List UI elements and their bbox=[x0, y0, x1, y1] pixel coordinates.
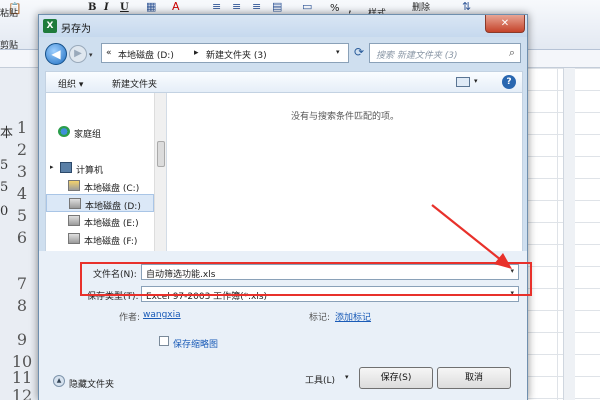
author-label: 作者: bbox=[119, 313, 141, 323]
nav-item-drive-d[interactable]: 本地磁盘 (D:) bbox=[46, 194, 154, 212]
save-button[interactable]: 保存(S) bbox=[359, 367, 433, 389]
computer-icon bbox=[60, 162, 72, 173]
system-drive-icon bbox=[68, 180, 80, 191]
comma-button[interactable]: , bbox=[348, 1, 352, 15]
align-right-icon[interactable]: ≡ bbox=[252, 0, 261, 13]
cell-text-fragment: 5 bbox=[0, 180, 9, 195]
nav-item-label: 家庭组 bbox=[74, 130, 102, 140]
author-link[interactable]: wangxia bbox=[143, 310, 181, 320]
address-bar[interactable]: « 本地磁盘 (D:) ▸ 新建文件夹 (3) ▾ bbox=[101, 43, 349, 63]
font-color-icon[interactable]: A bbox=[172, 0, 180, 13]
address-separator: « bbox=[106, 48, 112, 58]
history-dropdown-icon[interactable]: ▾ bbox=[89, 51, 93, 59]
italic-button[interactable]: I bbox=[104, 2, 109, 13]
annotation-highlight-box bbox=[80, 262, 532, 296]
nav-pane-scrollbar[interactable] bbox=[154, 93, 166, 251]
search-icon[interactable]: ⌕ bbox=[509, 46, 515, 60]
nav-item-drive-f[interactable]: 本地磁盘 (F:) bbox=[46, 230, 154, 248]
drive-icon bbox=[68, 233, 80, 244]
breadcrumb-new-folder[interactable]: 新建文件夹 (3) bbox=[206, 48, 267, 61]
fill-color-icon[interactable]: ▦ bbox=[146, 0, 156, 13]
back-button[interactable]: ◀ bbox=[45, 43, 67, 65]
tags-link[interactable]: 添加标记 bbox=[335, 310, 371, 323]
cell-text-fragment: 0 bbox=[0, 204, 9, 219]
cell-text-fragment: 本 bbox=[0, 126, 14, 141]
cell-text-fragment: 5 bbox=[0, 158, 9, 173]
search-placeholder: 搜索 新建文件夹 (3) bbox=[376, 51, 458, 61]
dialog-titlebar[interactable]: X 另存为 ✕ bbox=[39, 15, 527, 37]
navigation-bar: ◀ ▶ ▾ « 本地磁盘 (D:) ▸ 新建文件夹 (3) ▾ ⟳ 搜索 新建文… bbox=[39, 37, 527, 71]
organize-button[interactable]: 组织 ▾ bbox=[58, 77, 83, 90]
nav-item-label: 本地磁盘 (C:) bbox=[84, 184, 140, 194]
drive-icon bbox=[68, 215, 80, 226]
nav-item-label: 本地磁盘 (D:) bbox=[85, 202, 141, 212]
delete-cells-button[interactable]: 删除 bbox=[412, 0, 430, 13]
cancel-button[interactable]: 取消 bbox=[437, 367, 511, 389]
hide-folders-icon[interactable]: ▲ bbox=[53, 375, 65, 387]
align-left-icon[interactable]: ≡ bbox=[212, 0, 221, 13]
save-as-dialog: X 另存为 ✕ ◀ ▶ ▾ « 本地磁盘 (D:) ▸ 新建文件夹 (3) ▾ … bbox=[38, 14, 528, 400]
sort-icon[interactable]: ⇅ bbox=[462, 0, 471, 13]
dialog-toolbar: 组织 ▾ 新建文件夹 ▾ ? bbox=[45, 71, 523, 93]
expand-arrow-icon[interactable]: ▸ bbox=[50, 163, 54, 171]
close-button[interactable]: ✕ bbox=[485, 15, 525, 33]
search-input[interactable]: 搜索 新建文件夹 (3) ⌕ bbox=[369, 43, 521, 63]
save-thumbnail-label[interactable]: 保存缩略图 bbox=[173, 337, 218, 350]
nav-pane-scroll-thumb[interactable] bbox=[157, 141, 165, 167]
currency-icon[interactable]: ▭ bbox=[302, 0, 312, 13]
merge-icon[interactable]: ▤ bbox=[272, 0, 282, 13]
view-options-icon[interactable] bbox=[456, 77, 470, 87]
nav-item-drive-e[interactable]: 本地磁盘 (E:) bbox=[46, 212, 154, 230]
breadcrumb-drive-d[interactable]: 本地磁盘 (D:) bbox=[118, 48, 174, 61]
nav-item-label: 本地磁盘 (F:) bbox=[84, 237, 138, 247]
align-center-icon[interactable]: ≡ bbox=[232, 0, 241, 13]
drive-icon bbox=[69, 198, 81, 209]
underline-button[interactable]: U bbox=[120, 2, 129, 13]
nav-item-drive-c[interactable]: 本地磁盘 (C:) bbox=[46, 177, 154, 195]
tools-button[interactable]: 工具(L) bbox=[305, 373, 335, 386]
bold-button[interactable]: B bbox=[88, 2, 96, 13]
nav-item-label: 计算机 bbox=[76, 166, 104, 176]
homegroup-icon bbox=[58, 126, 70, 137]
empty-search-message: 没有与搜索条件匹配的项。 bbox=[290, 112, 399, 122]
tools-dropdown-icon[interactable]: ▾ bbox=[345, 373, 349, 381]
tags-label: 标记: bbox=[309, 313, 331, 323]
help-icon[interactable]: ? bbox=[502, 75, 516, 89]
percent-button[interactable]: % bbox=[330, 3, 340, 14]
hide-folders-button[interactable]: 隐藏文件夹 bbox=[69, 377, 114, 390]
excel-app-icon: X bbox=[43, 19, 57, 33]
nav-item-label: 本地磁盘 (E:) bbox=[84, 219, 139, 229]
breadcrumb-arrow-icon[interactable]: ▸ bbox=[194, 48, 199, 58]
forward-button[interactable]: ▶ bbox=[69, 45, 87, 63]
address-dropdown-icon[interactable]: ▾ bbox=[336, 48, 340, 56]
nav-item-homegroup[interactable]: 家庭组 bbox=[46, 123, 154, 141]
paste-button[interactable]: 粘贴 bbox=[0, 6, 18, 19]
navigation-pane: 家庭组 ▸ 计算机 本地磁盘 (C:) 本地磁盘 (D:) 本地磁盘 (E:) … bbox=[45, 93, 167, 251]
worksheet-scrollbar[interactable] bbox=[563, 68, 575, 400]
file-list-pane[interactable]: 没有与搜索条件匹配的项。 bbox=[167, 93, 523, 251]
refresh-icon[interactable]: ⟳ bbox=[351, 45, 367, 61]
nav-item-computer[interactable]: ▸ 计算机 bbox=[46, 159, 154, 177]
new-folder-button[interactable]: 新建文件夹 bbox=[112, 77, 157, 90]
dialog-title: 另存为 bbox=[61, 24, 91, 35]
save-thumbnail-checkbox[interactable] bbox=[159, 336, 169, 346]
view-dropdown-icon[interactable]: ▾ bbox=[474, 77, 478, 85]
